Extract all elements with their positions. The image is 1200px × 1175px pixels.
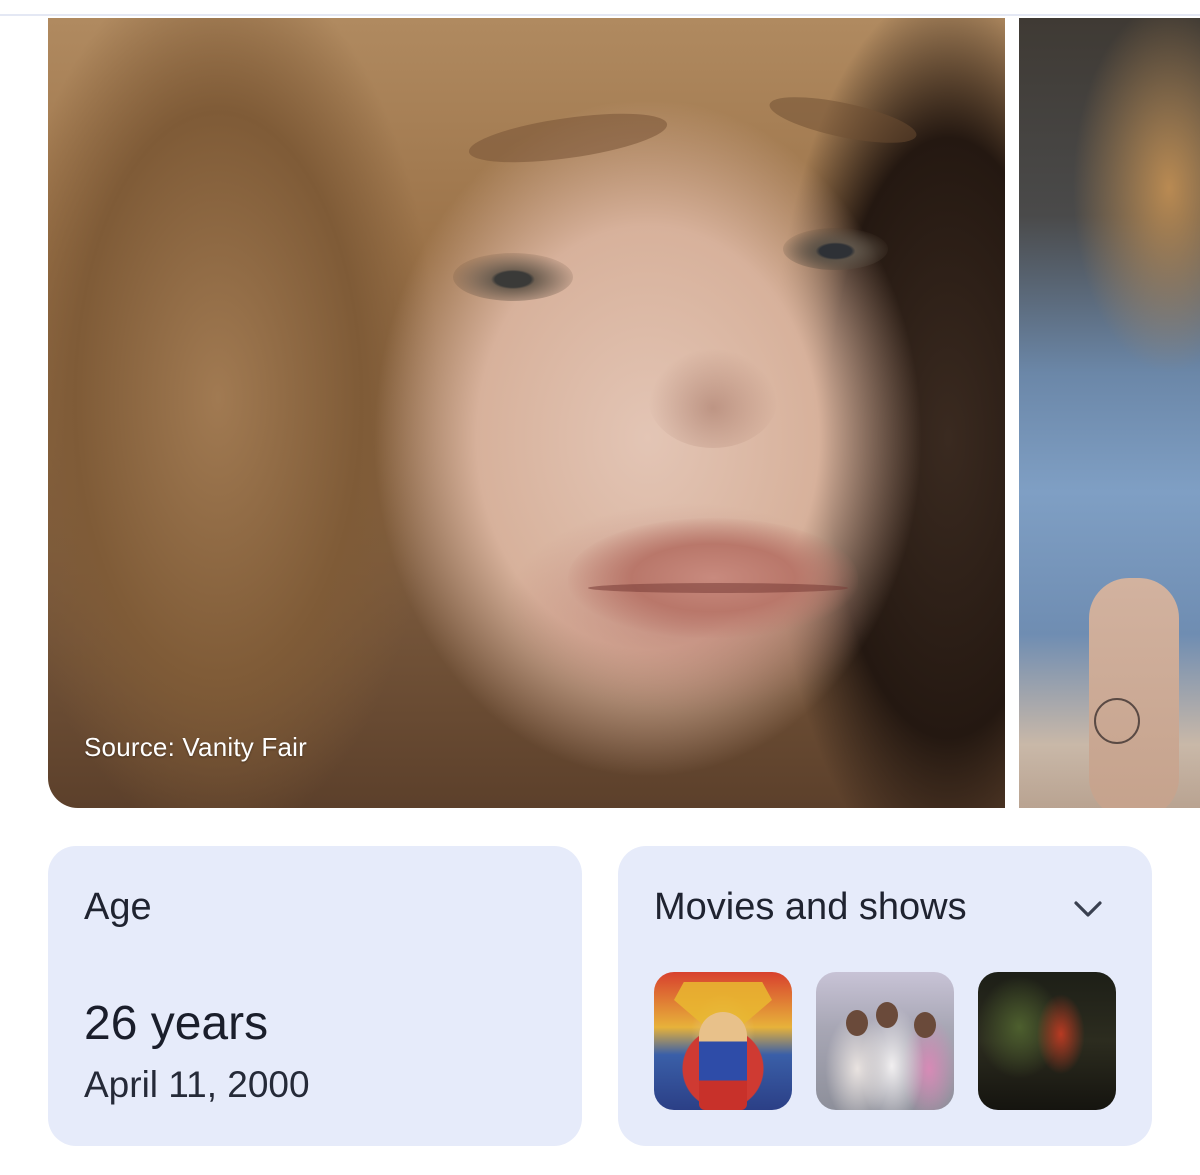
thumbnail-detail [699,1012,747,1110]
movie-thumbnail-2[interactable] [816,972,954,1110]
birth-date: April 11, 2000 [84,1064,310,1105]
thumbnail-detail [846,1010,868,1036]
age-card[interactable]: Age 26 years April 11, 2000 [48,846,582,1146]
chevron-down-icon[interactable] [1074,900,1102,918]
top-divider [0,14,1200,16]
photo-detail [1089,578,1179,808]
photo-detail [1094,698,1140,744]
thumbnail-detail [876,1002,898,1028]
photo-detail [568,518,858,638]
thumbnail-detail [914,1012,936,1038]
age-label: Age [84,886,152,928]
movies-label: Movies and shows [654,886,967,928]
photo-detail [766,87,920,153]
age-value: 26 years [84,997,269,1050]
movie-thumbnail-3[interactable] [978,972,1116,1110]
photo-detail [783,228,888,270]
movie-thumbnail-1[interactable] [654,972,792,1110]
photo-detail [466,104,670,172]
photo-detail [648,348,778,448]
knowledge-panel: Source: Vanity Fair Age 26 years April 1… [0,0,1200,1175]
photo-source-caption: Source: Vanity Fair [84,732,307,762]
hero-photo[interactable] [48,18,1005,808]
movies-thumbnails [654,972,1116,1110]
photo-detail [588,583,848,593]
side-photo[interactable] [1019,18,1200,808]
movies-card[interactable]: Movies and shows [618,846,1152,1146]
photo-detail [453,253,573,301]
